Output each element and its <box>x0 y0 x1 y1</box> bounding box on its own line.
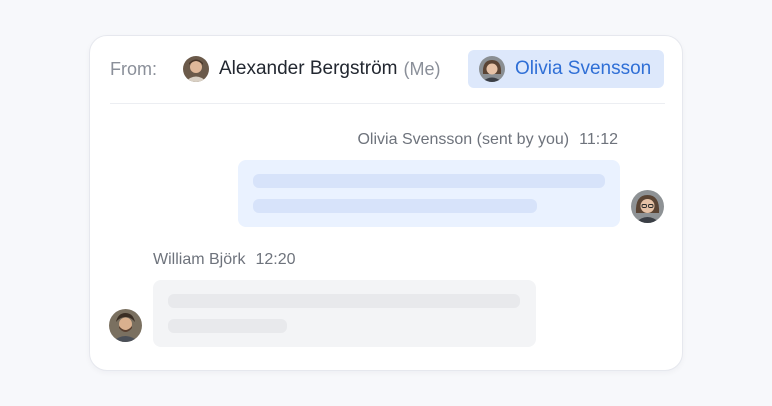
sender-name: Olivia Svensson <box>515 58 652 79</box>
avatar <box>479 56 505 82</box>
message-thread-card: From: Alexander Bergström (Me) Olivia Sv… <box>89 35 683 371</box>
message-placeholder-line <box>168 319 287 333</box>
message-time: 11:12 <box>579 131 618 148</box>
message-placeholder-line <box>253 199 537 213</box>
avatar <box>631 190 664 223</box>
message-time: 12:20 <box>255 251 296 268</box>
avatar <box>109 309 142 342</box>
message-meta: William Björk 12:20 <box>153 251 296 269</box>
message-author: Olivia Svensson (sent by you) <box>357 131 570 148</box>
sender-option-alexander[interactable]: Alexander Bergström (Me) <box>183 50 440 88</box>
sender-selector: From: Alexander Bergström (Me) Olivia Sv… <box>110 50 665 88</box>
sender-option-olivia[interactable]: Olivia Svensson <box>468 50 664 88</box>
sender-name: Alexander Bergström <box>219 58 398 79</box>
message-meta: Olivia Svensson (sent by you) 11:12 <box>357 131 618 149</box>
message-author: William Björk <box>153 251 246 268</box>
from-label: From: <box>110 59 157 79</box>
message-placeholder-line <box>168 294 520 308</box>
avatar <box>183 56 209 82</box>
divider <box>110 103 665 104</box>
sender-self-tag: (Me) <box>403 58 441 79</box>
message-bubble-sent[interactable] <box>238 160 620 227</box>
message-bubble-received[interactable] <box>153 280 536 347</box>
message-placeholder-line <box>253 174 605 188</box>
